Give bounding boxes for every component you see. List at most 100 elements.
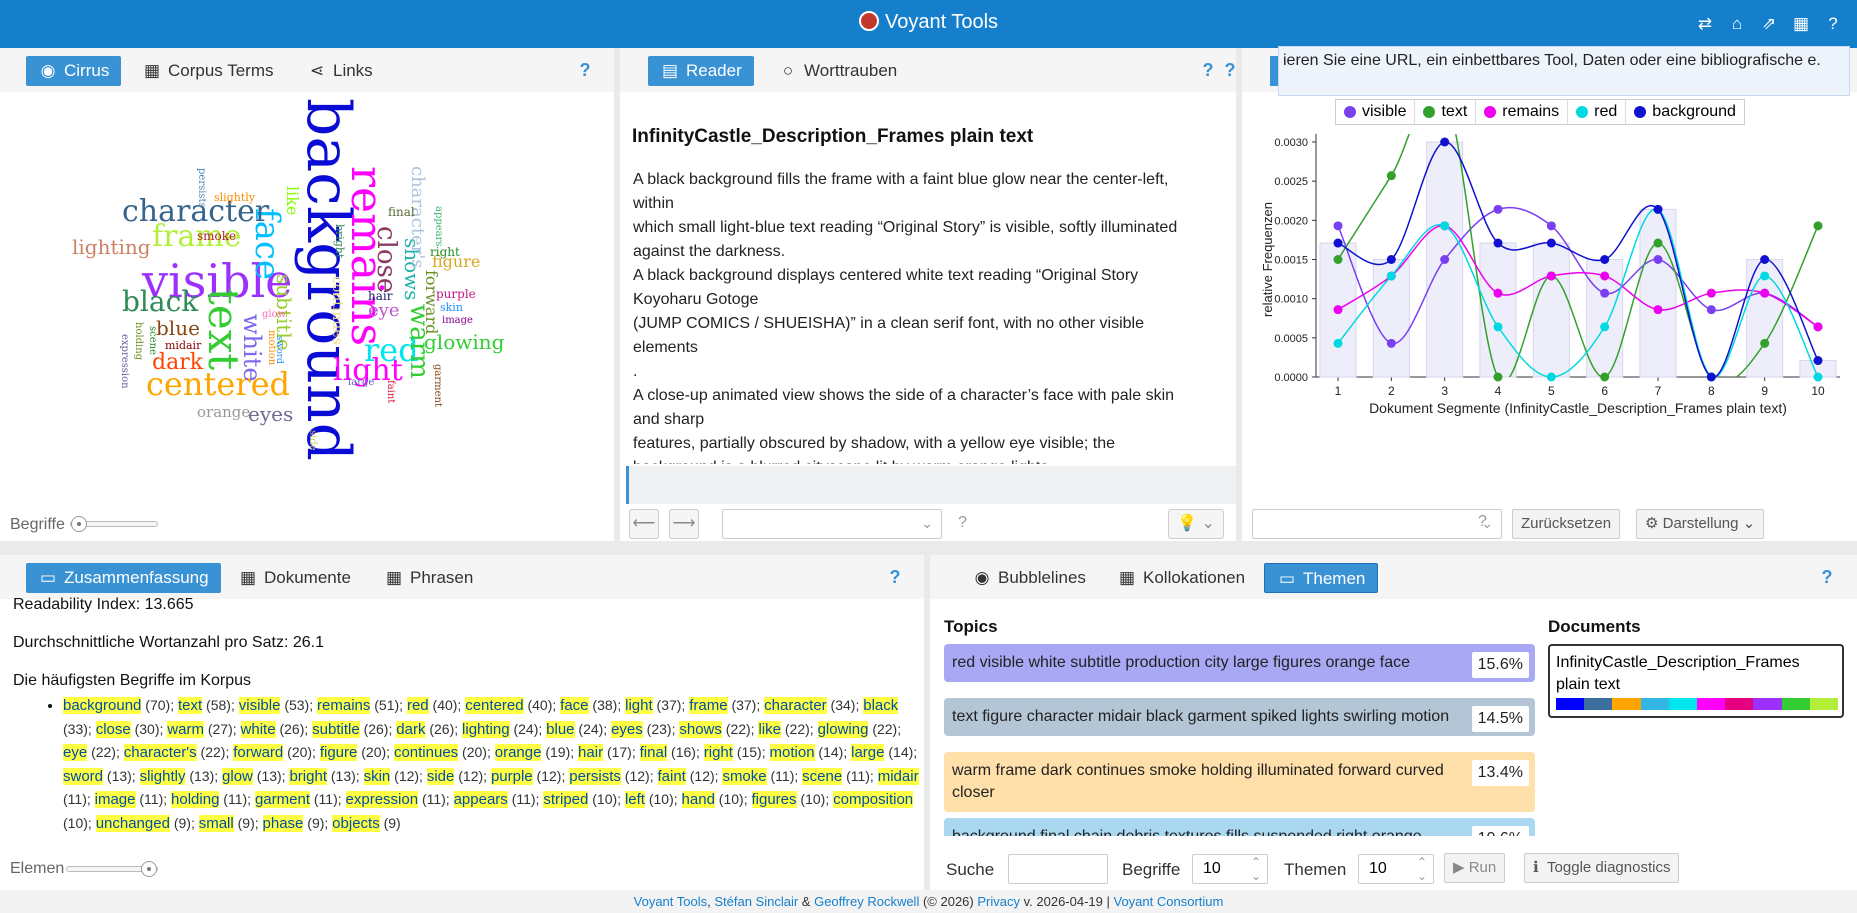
cloud-word[interactable]: expression xyxy=(119,334,130,389)
next-button[interactable]: ⟶ xyxy=(669,509,699,539)
slider-knob[interactable] xyxy=(141,861,157,877)
topic-item[interactable]: text figure character midair black garme… xyxy=(944,698,1535,736)
stepper-arrows-icon[interactable]: ⌃ ⌄ xyxy=(1251,855,1261,883)
term-link[interactable]: persists xyxy=(569,767,621,785)
term-link[interactable]: figure xyxy=(319,744,358,761)
layout-icon[interactable]: ▦ xyxy=(1791,14,1811,34)
cloud-word[interactable]: scene xyxy=(147,326,158,355)
term-link[interactable]: image xyxy=(94,791,136,808)
term-link[interactable]: character xyxy=(764,697,827,714)
splitter[interactable] xyxy=(0,541,1857,555)
term-link[interactable]: subtitle xyxy=(312,720,360,738)
topics-help-icon[interactable]: ? xyxy=(1817,567,1837,587)
term-link[interactable]: motion xyxy=(769,744,815,761)
term-link[interactable]: final xyxy=(639,744,668,761)
term-link[interactable]: visible xyxy=(238,697,281,714)
footer-rockwell-link[interactable]: Geoffrey Rockwell xyxy=(814,894,919,909)
term-link[interactable]: glow xyxy=(222,767,253,785)
tab-worttrauben[interactable]: ○ Worttrauben xyxy=(766,56,909,86)
term-link[interactable]: text xyxy=(177,697,203,714)
reader-text[interactable]: A black background fills the frame with … xyxy=(633,168,1188,464)
tab-documents[interactable]: ▦ Dokumente xyxy=(226,563,363,593)
term-link[interactable]: small xyxy=(198,814,234,832)
term-link[interactable]: phase xyxy=(262,814,304,832)
term-link[interactable]: appears xyxy=(453,791,508,808)
tab-corpus-terms[interactable]: ▦ Corpus Terms xyxy=(130,56,286,86)
term-link[interactable]: orange xyxy=(494,744,542,761)
term-link[interactable]: purple xyxy=(490,767,533,785)
term-link[interactable]: frame xyxy=(689,697,728,714)
question-icon[interactable]: ? xyxy=(958,514,967,532)
cloud-word[interactable]: like xyxy=(283,186,302,215)
tab-topics[interactable]: ▭ Themen xyxy=(1264,563,1379,593)
cloud-word[interactable]: glow xyxy=(262,310,286,320)
term-link[interactable]: sword xyxy=(63,767,104,785)
legend-item[interactable]: visible xyxy=(1336,100,1416,124)
reader-help-icon[interactable]: ? xyxy=(1198,60,1218,80)
topic-item[interactable]: background final chain debris textures f… xyxy=(944,818,1535,836)
tab-collocations[interactable]: ▦ Kollokationen xyxy=(1105,563,1257,593)
term-link[interactable]: skin xyxy=(363,767,391,785)
cloud-word[interactable]: eye xyxy=(368,302,399,320)
cloud-word[interactable]: eyes xyxy=(248,404,293,424)
term-link[interactable]: character's xyxy=(123,744,197,761)
term-link[interactable]: forward xyxy=(233,744,284,761)
cloud-word[interactable]: black xyxy=(122,288,198,316)
term-link[interactable]: smoke xyxy=(722,767,767,785)
tab-phrases[interactable]: ▦ Phrasen xyxy=(372,563,485,593)
cloud-word[interactable]: appears xyxy=(433,206,444,247)
reader-document-select[interactable]: ⌄? xyxy=(722,509,967,539)
term-link[interactable]: slightly xyxy=(139,767,186,785)
term-link[interactable]: unchanged xyxy=(95,814,170,832)
term-link[interactable]: face xyxy=(560,697,589,714)
term-link[interactable]: centered xyxy=(465,697,524,714)
term-link[interactable]: dark xyxy=(396,720,426,738)
term-link[interactable]: hand xyxy=(681,791,715,808)
term-link[interactable]: continues xyxy=(393,744,459,761)
topic-item[interactable]: red visible white subtitle production ci… xyxy=(944,644,1535,682)
term-link[interactable]: red xyxy=(406,697,429,714)
cloud-word[interactable]: close xyxy=(371,226,401,293)
document-card[interactable]: InfinityCastle_Description_Frames plain … xyxy=(1548,644,1844,718)
footer-consortium-link[interactable]: Voyant Consortium xyxy=(1114,894,1224,909)
cloud-word[interactable]: white xyxy=(238,314,266,382)
legend-item[interactable]: remains xyxy=(1476,100,1569,124)
reset-button[interactable]: Zurücksetzen xyxy=(1512,509,1621,539)
term-link[interactable]: remains xyxy=(317,697,371,714)
term-link[interactable]: close xyxy=(95,720,131,738)
reader-options-button[interactable]: 💡 ⌄ xyxy=(1168,509,1224,539)
cloud-word[interactable]: final xyxy=(388,206,415,218)
cloud-word[interactable]: garment xyxy=(432,364,443,407)
cloud-word[interactable]: faint xyxy=(385,380,396,403)
footer-voyant-link[interactable]: Voyant Tools xyxy=(634,894,707,909)
legend-item[interactable]: background xyxy=(1626,100,1744,124)
summary-help-icon[interactable]: ? xyxy=(885,567,905,587)
translate-icon[interactable]: ⇄ xyxy=(1695,14,1715,34)
terms-slider[interactable] xyxy=(70,516,158,532)
cloud-word[interactable]: dark xyxy=(152,352,203,374)
cloud-word[interactable]: slightly xyxy=(214,192,255,203)
cloud-word[interactable]: purple xyxy=(436,288,476,300)
home-icon[interactable]: ⌂ xyxy=(1727,14,1747,34)
legend-item[interactable]: red xyxy=(1568,100,1627,124)
cloud-word[interactable]: large xyxy=(348,378,374,388)
term-link[interactable]: midair xyxy=(877,767,919,785)
cloud-word[interactable]: holding xyxy=(133,322,144,360)
topic-item[interactable]: warm frame dark continues smoke holding … xyxy=(944,752,1535,812)
cloud-word[interactable]: glowing xyxy=(424,332,504,352)
slider-knob[interactable] xyxy=(71,516,87,532)
term-link[interactable]: objects xyxy=(332,814,380,832)
tab-links[interactable]: ⋖ Links xyxy=(295,56,385,86)
cloud-word[interactable]: continues xyxy=(329,276,345,345)
tab-summary[interactable]: ▭ Zusammenfassung xyxy=(26,563,221,593)
term-link[interactable]: black xyxy=(863,697,899,714)
footer-privacy-link[interactable]: Privacy xyxy=(977,894,1020,909)
footer-sinclair-link[interactable]: Stéfan Sinclair xyxy=(714,894,798,909)
cloud-word[interactable]: persists xyxy=(196,168,207,208)
trends-help-icon[interactable]: ? xyxy=(1220,60,1240,80)
term-link[interactable]: hair xyxy=(578,744,604,761)
term-link[interactable]: expression xyxy=(345,791,419,808)
trends-document-select[interactable]: ⌄ xyxy=(1252,509,1502,539)
term-link[interactable]: large xyxy=(851,744,885,761)
trends-question-icon[interactable]: ? xyxy=(1478,513,1487,531)
